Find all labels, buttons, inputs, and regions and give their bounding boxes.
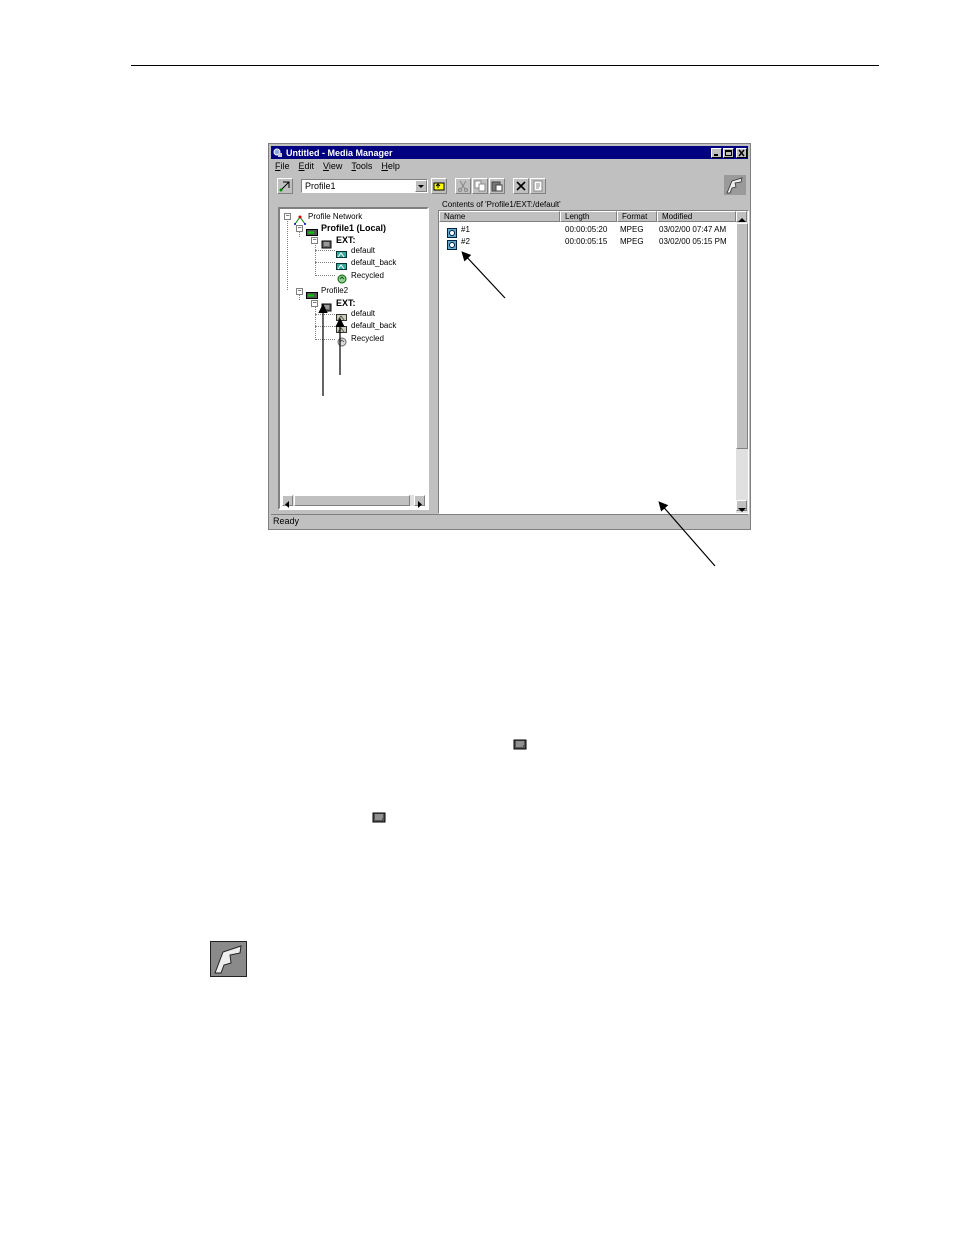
scissors-icon: [458, 180, 468, 192]
scroll-right-button[interactable]: [414, 495, 425, 508]
delete-button[interactable]: [513, 178, 529, 194]
page-header-rule: [131, 65, 879, 66]
scroll-down-button[interactable]: [736, 500, 747, 512]
delete-x-icon: [516, 181, 526, 191]
network-icon: [279, 181, 290, 192]
scroll-left-button[interactable]: [282, 495, 293, 508]
bin-icon: [336, 258, 347, 270]
row-format: MPEG: [620, 237, 644, 246]
tree-node-recycled[interactable]: Recycled: [351, 271, 384, 281]
tree-node-default-back[interactable]: default_back: [351, 258, 396, 268]
column-header-format[interactable]: Format: [617, 211, 657, 222]
row-name: #1: [461, 225, 470, 234]
tree-expander[interactable]: −: [296, 225, 303, 232]
recycle-icon: [336, 334, 347, 347]
bin-icon: [321, 236, 332, 249]
copy-icon: [474, 180, 486, 192]
row-length: 00:00:05:15: [565, 237, 608, 246]
menu-view[interactable]: View: [323, 161, 342, 173]
tree-node-profile2[interactable]: Profile2: [321, 286, 348, 296]
clip-icon: [447, 225, 457, 238]
profile-logo-icon: [210, 941, 247, 977]
maximize-button[interactable]: [723, 147, 734, 158]
column-header-modified[interactable]: Modified: [657, 211, 736, 222]
contents-panel: Contents of 'Profile1/EXT:/default' Name…: [438, 199, 749, 514]
profile-select[interactable]: Profile1: [301, 179, 428, 193]
media-manager-icon: [273, 148, 283, 158]
row-name: #2: [461, 237, 470, 246]
folder-up-icon: [433, 182, 445, 191]
tree-node-default[interactable]: default: [351, 246, 375, 256]
status-bar: Ready: [271, 514, 748, 527]
network-button[interactable]: [277, 178, 293, 194]
network-icon: [294, 212, 306, 225]
profile-network-tree[interactable]: − Profile Network − Profile1 (Local) − E…: [278, 207, 429, 510]
tree-node-default-back[interactable]: default_back: [351, 321, 396, 331]
list-vertical-scrollbar[interactable]: [736, 211, 748, 513]
close-button[interactable]: [736, 147, 747, 158]
scroll-up-button[interactable]: [736, 211, 747, 222]
bin-icon: [321, 299, 332, 312]
media-manager-window: Untitled - Media Manager File Edit View …: [268, 143, 751, 530]
toolbar: Profile1: [273, 175, 746, 195]
scroll-thumb[interactable]: [736, 223, 748, 449]
tree-node-ext[interactable]: EXT:: [336, 235, 356, 245]
tree-expander[interactable]: −: [296, 288, 303, 295]
minimize-button[interactable]: [711, 147, 722, 158]
tree-node-ext[interactable]: EXT:: [336, 298, 356, 308]
tree-node-default[interactable]: default: [351, 309, 375, 319]
bin-icon: [336, 309, 347, 321]
profile-select-value: Profile1: [305, 181, 336, 191]
properties-button[interactable]: [530, 178, 546, 194]
row-modified: 03/02/00 07:47 AM: [659, 225, 727, 234]
tree-expander[interactable]: −: [311, 237, 318, 244]
tree-expander[interactable]: −: [311, 300, 318, 307]
copy-button[interactable]: [472, 178, 488, 194]
cut-button[interactable]: [455, 178, 471, 194]
disk-volume-icon: [306, 287, 318, 299]
bin-icon: [336, 321, 347, 333]
scroll-thumb[interactable]: [294, 495, 410, 506]
recycle-icon: [336, 271, 347, 284]
profile-logo-icon: [724, 175, 746, 195]
bin-icon: [336, 246, 347, 258]
up-folder-button[interactable]: [431, 178, 447, 194]
row-length: 00:00:05:20: [565, 225, 608, 234]
tree-node-recycled[interactable]: Recycled: [351, 334, 384, 344]
bin-icon: [513, 738, 528, 750]
row-modified: 03/02/00 05:15 PM: [659, 237, 727, 246]
paste-icon: [491, 181, 503, 192]
tree-node-profile-network[interactable]: Profile Network: [308, 212, 362, 222]
contents-caption: Contents of 'Profile1/EXT:/default': [442, 200, 561, 209]
menu-file[interactable]: File: [275, 161, 290, 173]
disk-volume-icon: [306, 224, 318, 236]
menu-bar: File Edit View Tools Help: [275, 161, 409, 173]
clip-list[interactable]: Name Length Format Modified #1 00:00:05:…: [438, 210, 749, 514]
properties-icon: [533, 180, 543, 192]
chevron-down-icon[interactable]: [415, 180, 427, 192]
column-header-length[interactable]: Length: [560, 211, 617, 222]
title-bar[interactable]: Untitled - Media Manager: [271, 146, 748, 159]
window-title: Untitled - Media Manager: [286, 147, 393, 158]
tree-node-profile1[interactable]: Profile1 (Local): [321, 223, 386, 233]
tree-horizontal-scrollbar[interactable]: [282, 495, 425, 508]
tree-expander[interactable]: −: [284, 213, 291, 220]
menu-edit[interactable]: Edit: [299, 161, 315, 173]
column-header-name[interactable]: Name: [439, 211, 560, 222]
menu-tools[interactable]: Tools: [351, 161, 372, 173]
row-format: MPEG: [620, 225, 644, 234]
clip-icon: [447, 237, 457, 250]
bin-icon: [372, 811, 387, 823]
menu-help[interactable]: Help: [381, 161, 400, 173]
paste-button[interactable]: [489, 178, 505, 194]
